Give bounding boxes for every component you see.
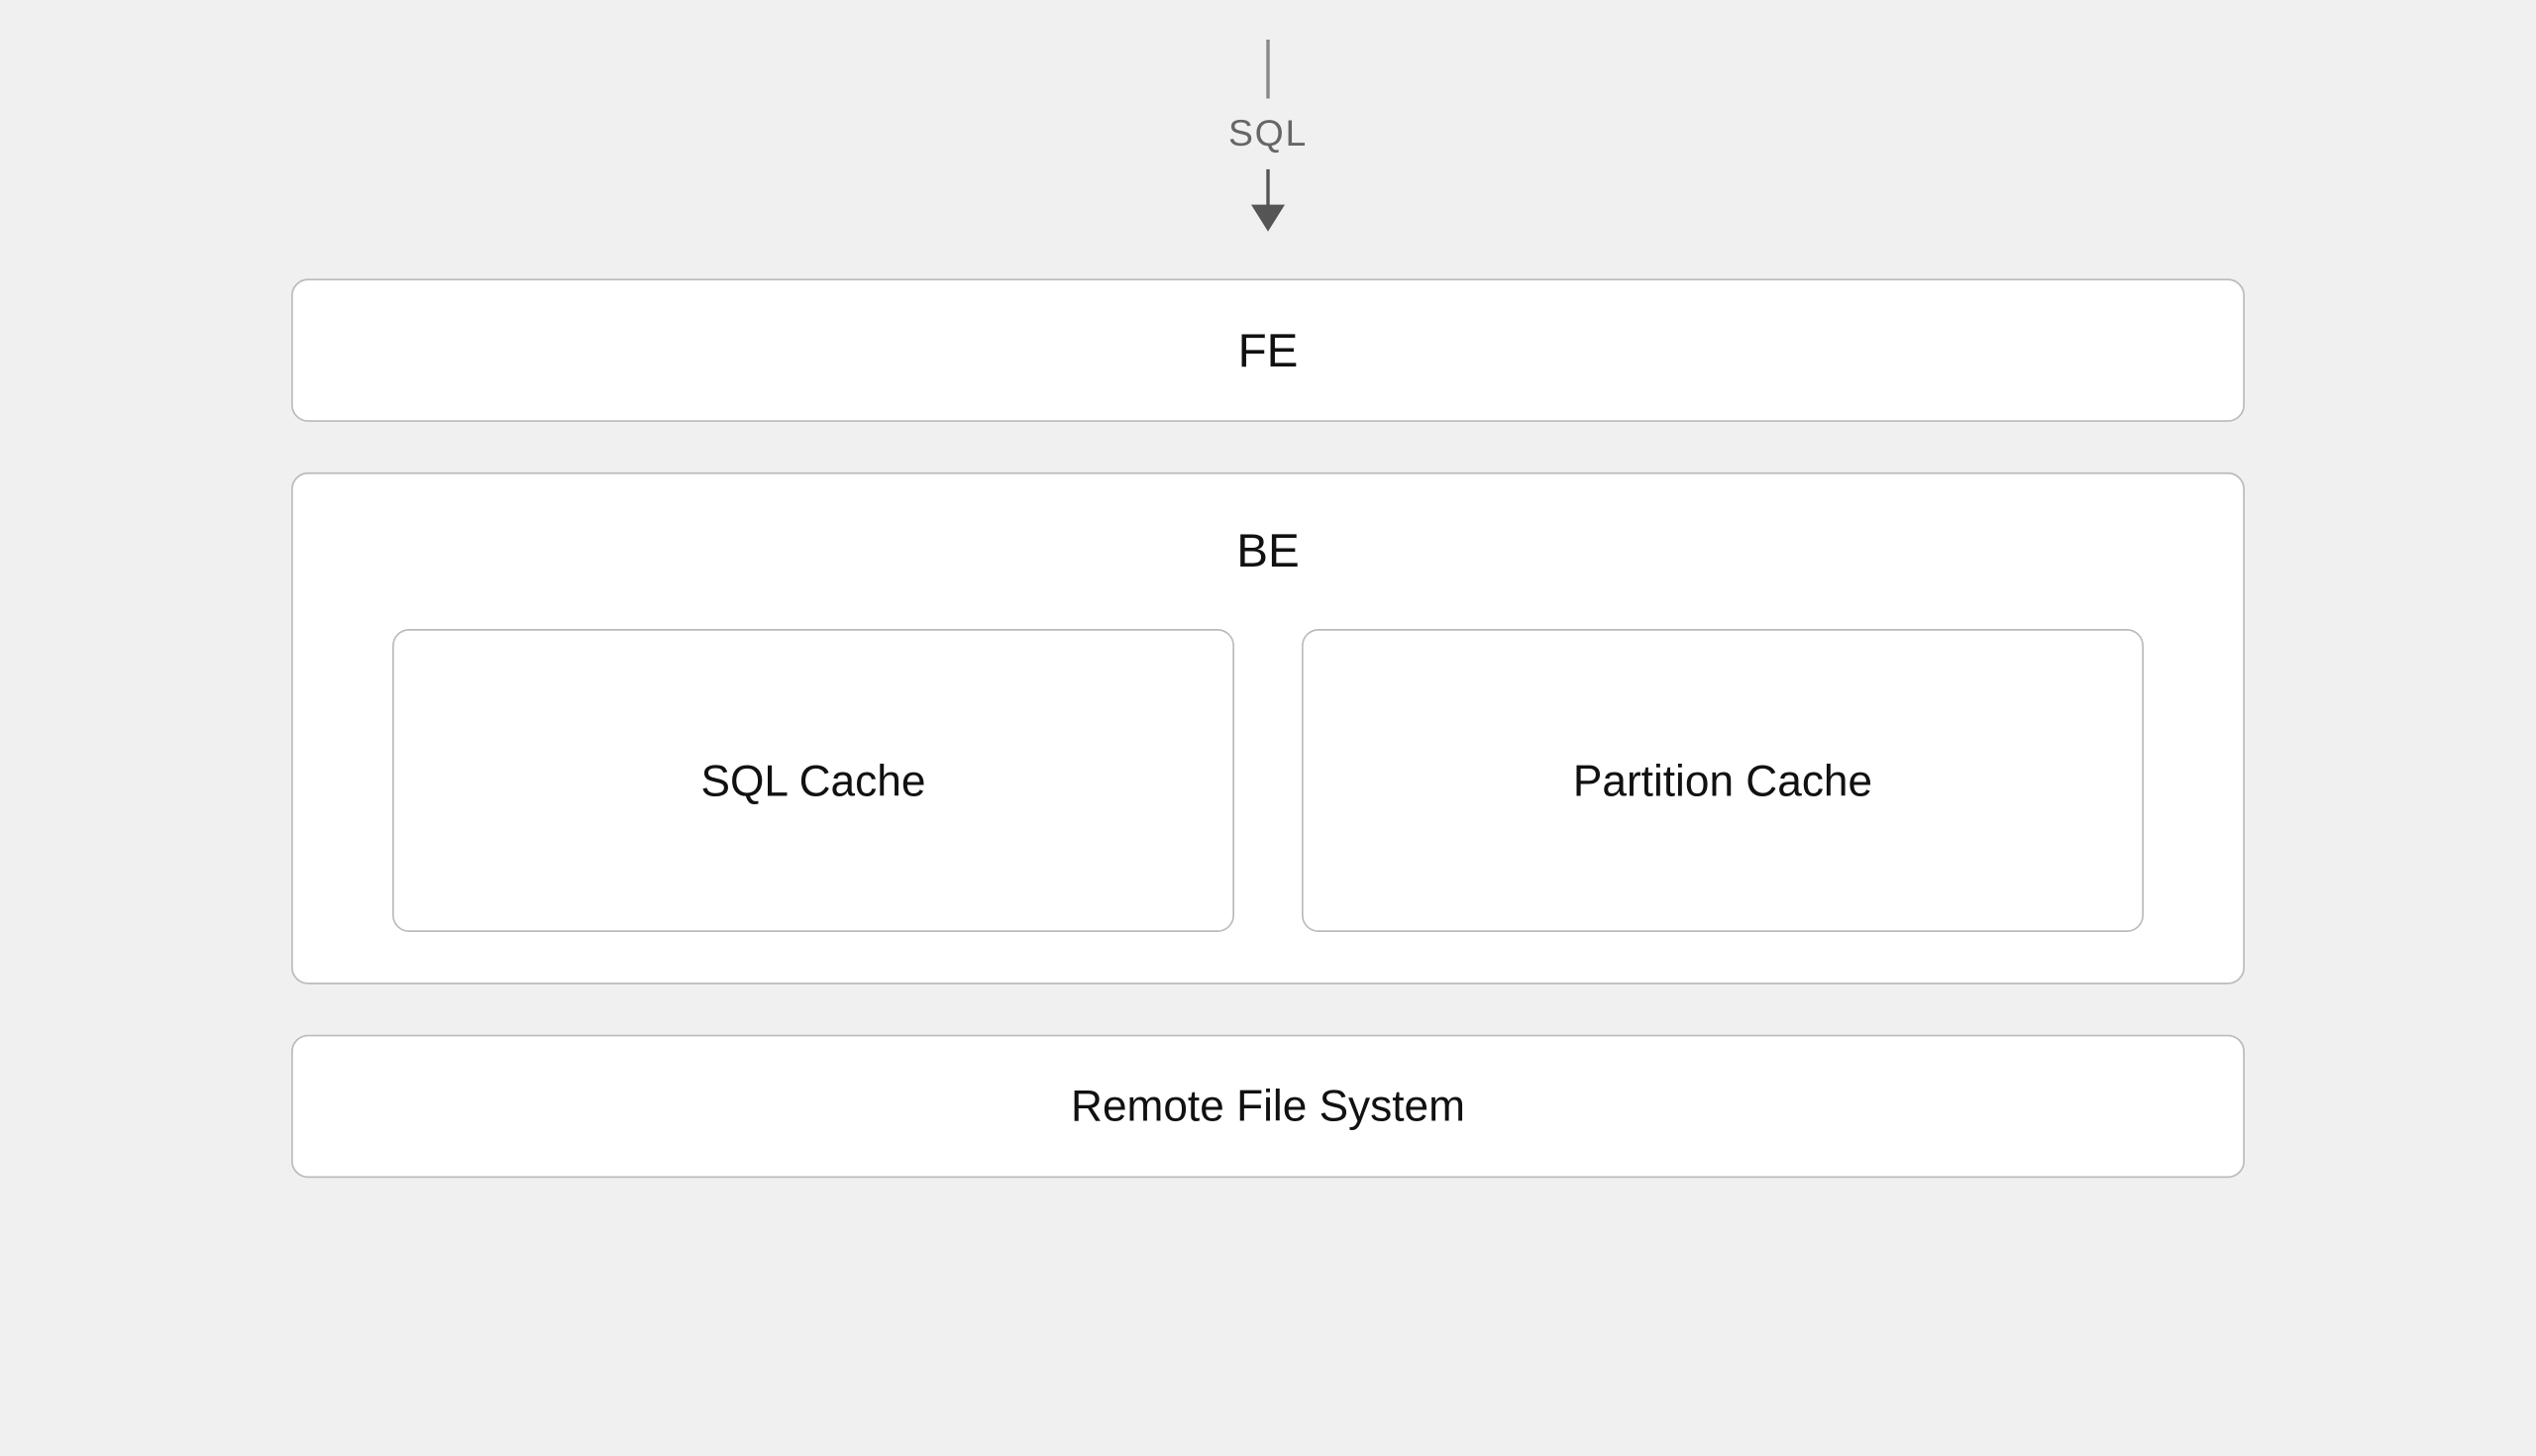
sql-cache-label: SQL Cache xyxy=(701,755,926,807)
partition-cache-box: Partition Cache xyxy=(1302,629,2144,932)
fe-box: FE xyxy=(291,278,2245,422)
arrow-line-top xyxy=(1266,40,1269,99)
be-label: BE xyxy=(1236,525,1300,578)
sql-arrow: SQL xyxy=(1228,40,1308,228)
architecture-diagram: SQL FE BE SQL Cache Partition Cache Remo… xyxy=(0,40,2536,1178)
partition-cache-label: Partition Cache xyxy=(1573,755,1872,807)
arrow-label: SQL xyxy=(1228,112,1308,156)
sql-cache-box: SQL Cache xyxy=(392,629,1234,932)
be-box: BE SQL Cache Partition Cache xyxy=(291,472,2245,985)
rfs-label: Remote File System xyxy=(1071,1081,1465,1133)
be-inner-row: SQL Cache Partition Cache xyxy=(344,629,2193,932)
arrow-line-bottom xyxy=(1266,169,1269,229)
fe-label: FE xyxy=(1238,323,1299,376)
arrow-head-icon xyxy=(1251,205,1285,232)
remote-file-system-box: Remote File System xyxy=(291,1035,2245,1179)
